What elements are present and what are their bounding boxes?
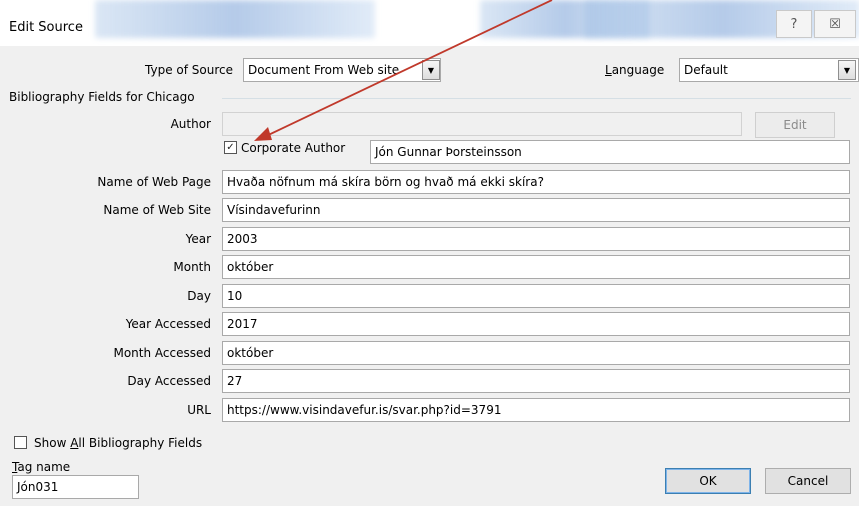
tag-name-field[interactable]: Jón031 — [12, 475, 139, 499]
language-value: Default — [684, 63, 728, 77]
year-accessed-field[interactable]: 2017 — [222, 312, 850, 336]
background-window-blur — [95, 0, 375, 38]
check-icon: ✓ — [226, 141, 235, 153]
cancel-button[interactable]: Cancel — [765, 468, 851, 494]
bibliography-group-title: Bibliography Fields for Chicago — [9, 90, 195, 104]
web-page-name-field[interactable]: Hvaða nöfnum má skíra börn og hvað má ek… — [222, 170, 850, 194]
author-label: Author — [170, 117, 211, 131]
help-icon: ? — [790, 16, 798, 32]
close-button[interactable]: ☒ — [814, 10, 856, 38]
group-divider — [222, 98, 851, 99]
author-edit-button: Edit — [755, 112, 835, 138]
type-of-source-select[interactable]: Document From Web site — [243, 58, 441, 82]
dialog-title: Edit Source — [9, 20, 83, 35]
chevron-down-icon: ▼ — [843, 65, 851, 75]
url-field[interactable]: https://www.visindavefur.is/svar.php?id=… — [222, 398, 850, 422]
day-accessed-label: Day Accessed — [127, 374, 211, 388]
web-site-name-label: Name of Web Site — [103, 203, 211, 217]
year-label: Year — [185, 232, 211, 246]
help-button[interactable]: ? — [776, 10, 812, 38]
corporate-author-field[interactable]: Jón Gunnar Þorsteinsson — [370, 140, 850, 164]
language-dropdown-button[interactable]: ▼ — [838, 60, 856, 80]
tag-name-label: Tag name — [12, 460, 71, 474]
show-all-fields-label: Show All Bibliography Fields — [34, 436, 203, 450]
ok-button[interactable]: OK — [665, 468, 751, 494]
chevron-down-icon: ▼ — [427, 65, 435, 75]
month-label: Month — [173, 260, 211, 274]
language-select[interactable]: Default — [679, 58, 859, 82]
author-field — [222, 112, 742, 136]
day-field[interactable]: 10 — [222, 284, 850, 308]
day-accessed-field[interactable]: 27 — [222, 369, 850, 393]
language-label: Language — [605, 63, 665, 77]
corporate-author-checkbox[interactable]: ✓ — [224, 141, 237, 154]
year-field[interactable]: 2003 — [222, 227, 850, 251]
type-of-source-dropdown-button[interactable]: ▼ — [422, 60, 440, 80]
corporate-author-label: Corporate Author — [241, 141, 346, 155]
month-accessed-label: Month Accessed — [113, 346, 211, 360]
year-accessed-label: Year Accessed — [125, 317, 211, 331]
type-of-source-value: Document From Web site — [248, 63, 400, 77]
title-bar: Edit Source ? ☒ — [0, 0, 859, 46]
type-of-source-label: Type of Source — [145, 63, 233, 77]
web-site-name-field[interactable]: Vísindavefurinn — [222, 198, 850, 222]
show-all-fields-checkbox[interactable] — [14, 436, 27, 449]
web-page-name-label: Name of Web Page — [97, 175, 211, 189]
close-icon: ☒ — [829, 16, 841, 32]
month-accessed-field[interactable]: október — [222, 341, 850, 365]
month-field[interactable]: október — [222, 255, 850, 279]
dialog-body: Type of Source Document From Web site ▼ … — [0, 46, 859, 506]
url-label: URL — [187, 403, 211, 417]
day-label: Day — [187, 289, 211, 303]
